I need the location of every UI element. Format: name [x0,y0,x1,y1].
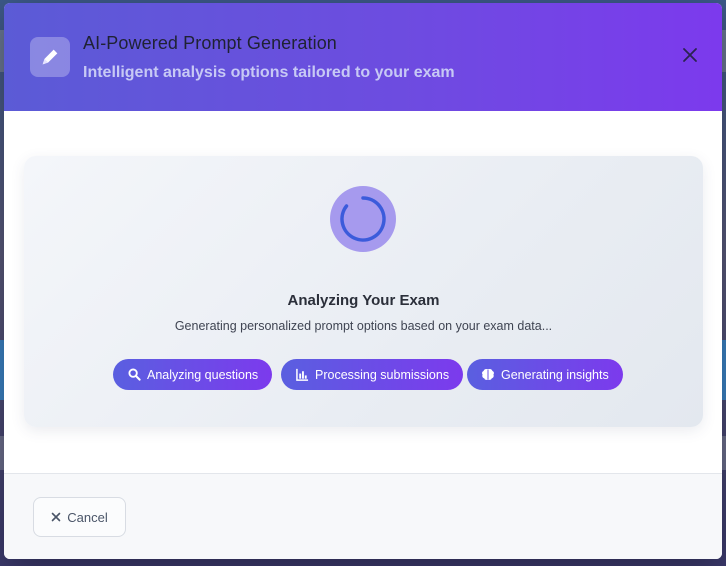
modal-subtitle: Intelligent analysis options tailored to… [83,64,455,81]
close-icon [683,48,697,62]
loading-card: Analyzing Your Exam Generating personali… [24,156,703,427]
step-label: Analyzing questions [147,367,259,382]
bar-chart-icon [295,368,309,382]
brain-icon [481,368,495,382]
progress-steps: Analyzing questions Processing submissio… [24,359,703,391]
cancel-button[interactable]: Cancel [33,497,126,537]
step-chip-generating-insights: Generating insights [467,359,623,390]
close-icon [51,512,61,522]
loading-description: Generating personalized prompt options b… [174,319,553,333]
loading-title: Analyzing Your Exam [287,292,440,309]
loading-spinner [330,186,396,252]
prompt-generation-modal: AI-Powered Prompt Generation Intelligent… [4,3,722,559]
cancel-label: Cancel [67,509,108,525]
close-button[interactable] [678,43,702,67]
step-chip-processing-submissions: Processing submissions [281,359,464,390]
modal-footer: Cancel [4,473,722,559]
spinner-icon [340,196,386,242]
step-label: Processing submissions [315,367,450,382]
modal-body: Analyzing Your Exam Generating personali… [4,111,722,473]
step-label: Generating insights [501,367,609,382]
modal-header: AI-Powered Prompt Generation Intelligent… [4,3,722,111]
modal-title: AI-Powered Prompt Generation [83,33,337,53]
pencil-icon [30,37,70,77]
step-chip-analyzing-questions: Analyzing questions [113,359,273,390]
search-icon [127,368,141,382]
